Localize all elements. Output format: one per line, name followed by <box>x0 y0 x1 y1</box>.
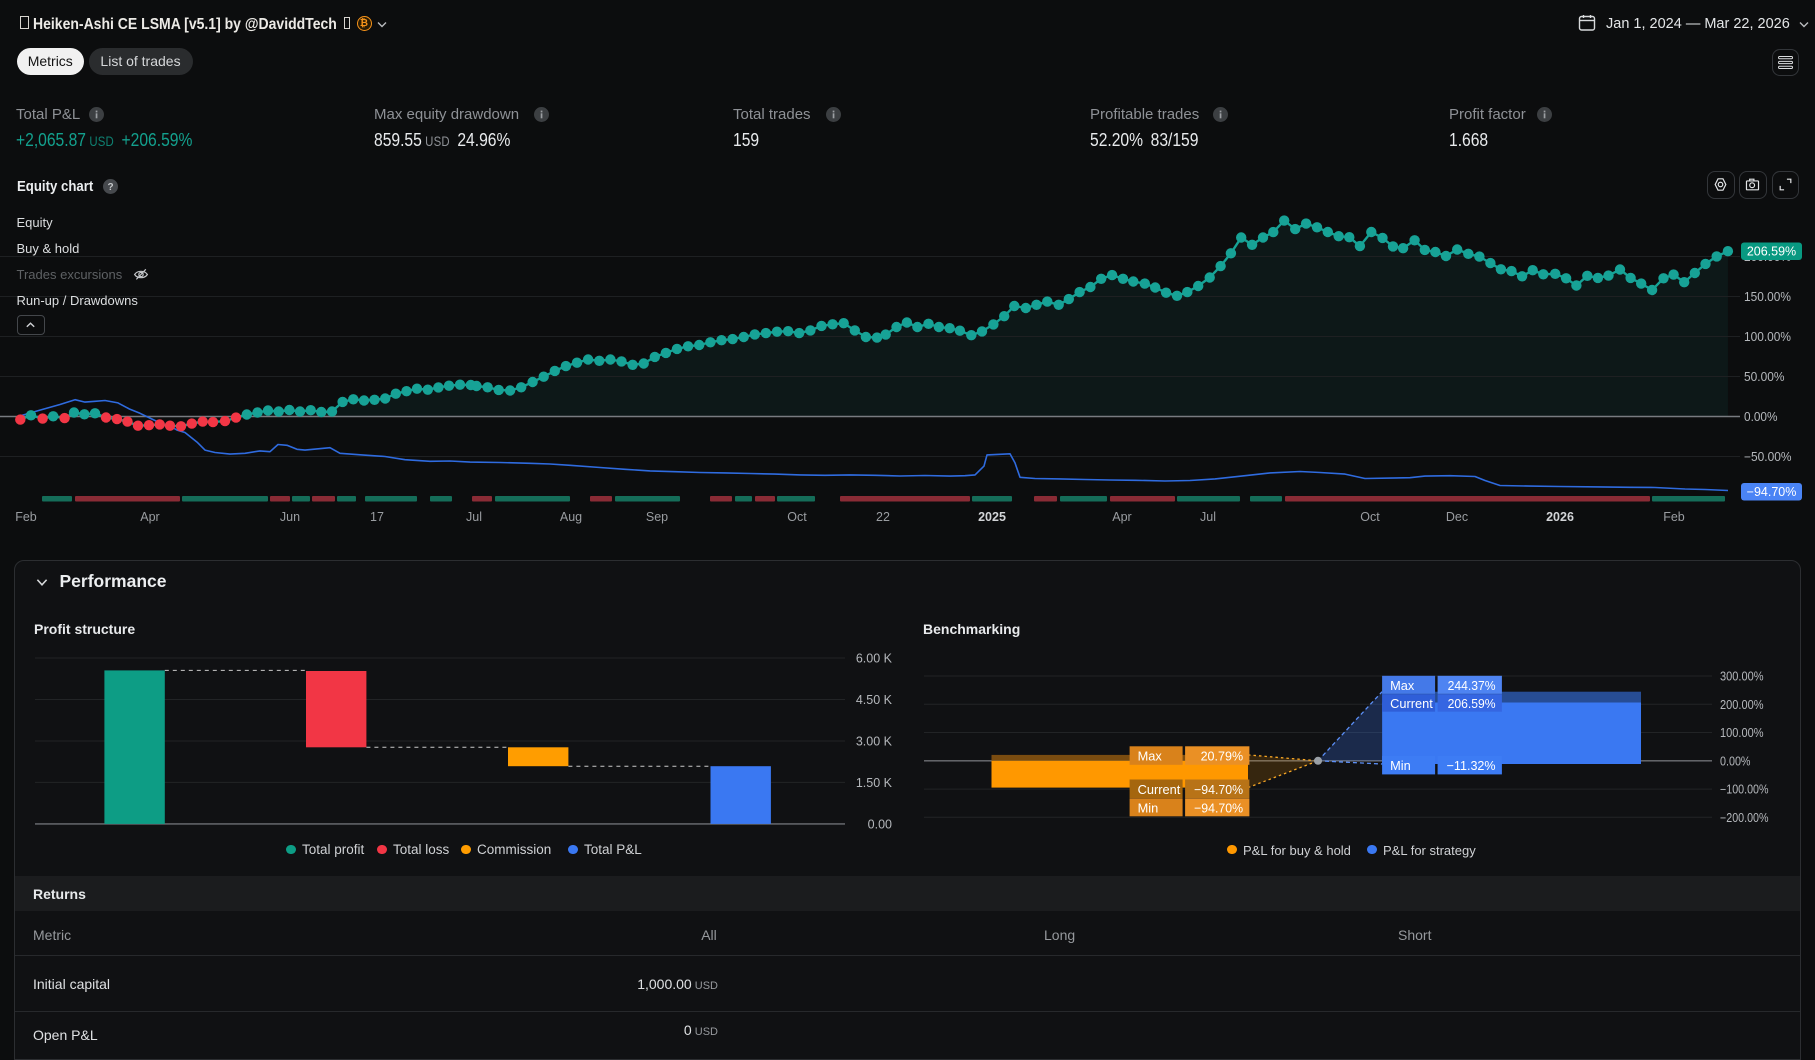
svg-text:−50.00%: −50.00% <box>1744 450 1792 464</box>
svg-text:100.00%: 100.00% <box>1744 330 1791 344</box>
svg-text:20.79%: 20.79% <box>1201 749 1244 764</box>
svg-text:0.00: 0.00 <box>868 817 892 831</box>
svg-text:22: 22 <box>876 510 890 524</box>
svg-text:Oct: Oct <box>787 510 807 524</box>
svg-text:−200.00%: −200.00% <box>1720 811 1769 825</box>
svg-text:Min: Min <box>1138 800 1159 815</box>
svg-text:Feb: Feb <box>1663 510 1685 524</box>
svg-text:Apr: Apr <box>140 510 159 524</box>
svg-text:100.00%: 100.00% <box>1720 726 1764 740</box>
svg-text:Apr: Apr <box>1112 510 1131 524</box>
svg-text:Oct: Oct <box>1360 510 1380 524</box>
svg-text:3.00 K: 3.00 K <box>856 735 893 749</box>
svg-text:0.00%: 0.00% <box>1720 754 1751 768</box>
svg-text:Current: Current <box>1138 782 1181 797</box>
svg-text:17: 17 <box>370 510 384 524</box>
svg-text:50.00%: 50.00% <box>1744 370 1785 384</box>
svg-text:Sep: Sep <box>646 510 668 524</box>
svg-text:244.37%: 244.37% <box>1448 678 1496 693</box>
svg-text:−100.00%: −100.00% <box>1720 783 1769 797</box>
svg-text:Current: Current <box>1390 696 1433 711</box>
svg-text:Min: Min <box>1390 758 1411 773</box>
svg-text:150.00%: 150.00% <box>1744 290 1791 304</box>
svg-text:−94.70%: −94.70% <box>1194 782 1243 797</box>
svg-text:Aug: Aug <box>560 510 582 524</box>
svg-text:?: ? <box>107 182 113 193</box>
svg-text:Jul: Jul <box>466 510 482 524</box>
svg-text:−94.70%: −94.70% <box>1747 485 1797 499</box>
svg-text:206.59%: 206.59% <box>1448 696 1496 711</box>
svg-text:Max: Max <box>1390 678 1415 693</box>
svg-text:2026: 2026 <box>1546 510 1574 524</box>
svg-text:Dec: Dec <box>1446 510 1468 524</box>
svg-text:6.00 K: 6.00 K <box>856 652 893 666</box>
svg-text:Jul: Jul <box>1200 510 1216 524</box>
svg-text:4.50 K: 4.50 K <box>856 693 893 707</box>
svg-text:Jun: Jun <box>280 510 300 524</box>
svg-text:Max: Max <box>1138 749 1163 764</box>
svg-text:0.00%: 0.00% <box>1744 410 1778 424</box>
svg-text:206.59%: 206.59% <box>1747 245 1796 259</box>
svg-text:300.00%: 300.00% <box>1720 670 1764 684</box>
svg-text:200.00%: 200.00% <box>1720 698 1764 712</box>
svg-text:1.50 K: 1.50 K <box>856 776 893 790</box>
svg-text:−94.70%: −94.70% <box>1194 800 1243 815</box>
svg-text:−11.32%: −11.32% <box>1447 758 1496 773</box>
svg-text:2025: 2025 <box>978 510 1006 524</box>
svg-text:Feb: Feb <box>15 510 37 524</box>
